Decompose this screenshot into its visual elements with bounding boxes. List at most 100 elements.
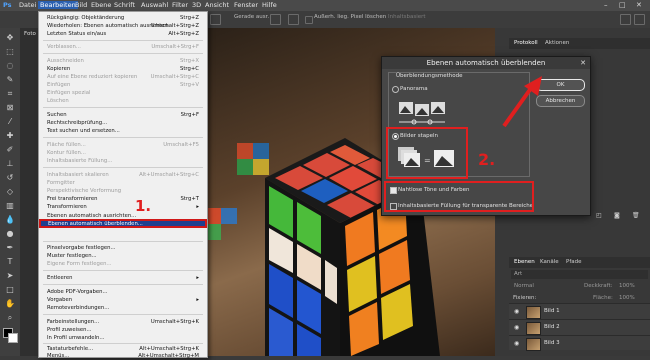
straighten-option[interactable]: Gerade ausr. bbox=[234, 14, 269, 20]
hand-tool-icon[interactable]: ✋ bbox=[4, 298, 16, 309]
tool-option-icon[interactable] bbox=[210, 14, 221, 25]
menu-item-spellcheck[interactable]: Rechtschreibprüfung... bbox=[39, 119, 207, 127]
history-panel-footer: ◰ ◙ 🗑 bbox=[596, 212, 646, 220]
zoom-tool-icon[interactable]: ⌕ bbox=[4, 312, 16, 323]
menu-item-define-brush[interactable]: Pinselvorgabe festlegen... bbox=[39, 244, 207, 252]
eye-icon[interactable]: ◉ bbox=[514, 340, 519, 347]
content-aware-option[interactable]: Inhaltsbasiert bbox=[388, 14, 426, 20]
eraser-tool-icon[interactable]: ◇ bbox=[4, 186, 16, 197]
lock-fill-row: Fixieren: Fläche: 100% bbox=[511, 294, 648, 303]
eyedropper-tool-icon[interactable]: ⁄ bbox=[4, 116, 16, 127]
shape-tool-icon[interactable]: □ bbox=[4, 284, 16, 295]
minimize-icon[interactable]: – bbox=[604, 1, 608, 9]
menu-item-free-transform[interactable]: Frei transformieren Strg+T bbox=[39, 195, 207, 203]
layer-thumbnail bbox=[526, 338, 541, 351]
grid-option-icon[interactable] bbox=[270, 14, 281, 25]
opacity-label: Deckkraft: bbox=[584, 283, 613, 289]
menu-ansicht[interactable]: Ansicht bbox=[205, 1, 229, 9]
layer-row[interactable]: ◉ Bild 3 bbox=[509, 335, 650, 351]
background-color-swatch[interactable] bbox=[8, 333, 18, 343]
search-icon[interactable] bbox=[620, 14, 631, 25]
layer-row[interactable]: ◉ Bild 2 bbox=[509, 319, 650, 335]
menu-item-define-pattern[interactable]: Muster festlegen... bbox=[39, 252, 207, 260]
frame-tool-icon[interactable]: ⊠ bbox=[4, 102, 16, 113]
layer-row[interactable]: ◉ Bild 1 bbox=[509, 303, 650, 319]
dodge-tool-icon[interactable]: ● bbox=[4, 228, 16, 239]
pen-tool-icon[interactable]: ✒ bbox=[4, 242, 16, 253]
menu-item-assign-profile[interactable]: Profil zuweisen... bbox=[39, 326, 207, 334]
menu-separator bbox=[43, 314, 203, 315]
eye-icon[interactable]: ◉ bbox=[514, 308, 519, 315]
menu-filter[interactable]: Filter bbox=[172, 1, 188, 9]
tab-pfade[interactable]: Pfade bbox=[566, 259, 582, 265]
tab-aktionen[interactable]: Aktionen bbox=[545, 40, 569, 46]
close-window-icon[interactable]: ✕ bbox=[636, 1, 642, 9]
radio-panorama[interactable] bbox=[392, 86, 399, 93]
type-tool-icon[interactable]: T bbox=[4, 256, 16, 267]
opacity-value[interactable]: 100% bbox=[619, 283, 635, 289]
crop-tool-icon[interactable]: ⌗ bbox=[4, 88, 16, 99]
menu-datei[interactable]: Datei bbox=[19, 1, 36, 9]
submenu-arrow-icon: ▸ bbox=[196, 275, 199, 281]
menu-item-purge[interactable]: Entleeren ▸ bbox=[39, 274, 207, 282]
workspace-icon[interactable] bbox=[634, 14, 645, 25]
submenu-arrow-icon: ▸ bbox=[196, 204, 199, 210]
menu-item-presets[interactable]: Vorgaben ▸ bbox=[39, 296, 207, 304]
photoshop-logo-icon[interactable]: Ps bbox=[3, 1, 12, 9]
menu-item-search[interactable]: Suchen Strg+F bbox=[39, 111, 207, 119]
healing-tool-icon[interactable]: ✚ bbox=[4, 130, 16, 141]
marquee-tool-icon[interactable]: ⬚ bbox=[4, 46, 16, 57]
snapshot-icon[interactable]: ◰ bbox=[596, 212, 602, 219]
menu-item-stroke: Kontur füllen... bbox=[47, 150, 86, 156]
camera-icon[interactable]: ◙ bbox=[614, 212, 620, 219]
stamp-tool-icon[interactable]: ⊥ bbox=[4, 158, 16, 169]
menu-item-toggle-last-state[interactable]: Letzten Status ein/aus Alt+Strg+Z bbox=[39, 30, 207, 38]
stack-option-highlight bbox=[386, 127, 468, 179]
quick-select-tool-icon[interactable]: ✎ bbox=[4, 74, 16, 85]
menu-auswahl[interactable]: Auswahl bbox=[141, 1, 168, 9]
layer-filter-row[interactable]: Art bbox=[511, 270, 648, 279]
lasso-tool-icon[interactable]: ◌ bbox=[4, 60, 16, 71]
menu-item-color-settings[interactable]: Farbeinstellungen... Umschalt+Strg+K bbox=[39, 318, 207, 326]
menu-item-redo[interactable]: Wiederholen: Ebenen automatisch ausricht… bbox=[39, 22, 207, 30]
menu-separator bbox=[43, 241, 203, 242]
trash-icon[interactable]: 🗑 bbox=[632, 212, 640, 219]
menu-item-perspective-warp: Perspektivische Verformung bbox=[47, 188, 122, 194]
menu-item-remote-connections[interactable]: Remoteverbindungen... bbox=[39, 304, 207, 312]
menu-item-transform[interactable]: Transformieren ▸ bbox=[39, 203, 207, 211]
document-tab[interactable]: Foto bbox=[20, 28, 38, 356]
menu-3d[interactable]: 3D bbox=[192, 1, 201, 9]
settings-gear-icon[interactable] bbox=[288, 14, 299, 25]
close-icon[interactable]: ✕ bbox=[580, 57, 586, 69]
menu-item-auto-blend-label: Ebenen automatisch überblenden... bbox=[48, 221, 143, 227]
menu-ebene[interactable]: Ebene bbox=[91, 1, 111, 9]
tab-protokoll[interactable]: Protokoll bbox=[514, 40, 538, 46]
tab-ebenen[interactable]: Ebenen bbox=[514, 259, 535, 265]
menu-hilfe[interactable]: Hilfe bbox=[262, 1, 277, 9]
menu-item-pdf-presets[interactable]: Adobe PDF-Vorgaben... bbox=[39, 288, 207, 296]
menu-item-undo[interactable]: Rückgängig: Objektänderung Strg+Z bbox=[39, 14, 207, 22]
menu-item-copy[interactable]: Kopieren Strg+C bbox=[39, 65, 207, 73]
menu-bild[interactable]: Bild bbox=[75, 1, 87, 9]
path-select-tool-icon[interactable]: ➤ bbox=[4, 270, 16, 281]
menu-bearbeiten[interactable]: Bearbeiten bbox=[38, 1, 78, 9]
dialog-title: Ebenen automatisch überblenden bbox=[382, 57, 590, 69]
blend-mode-select[interactable]: Normal bbox=[514, 283, 534, 289]
brush-tool-icon[interactable]: ✐ bbox=[4, 144, 16, 155]
eye-icon[interactable]: ◉ bbox=[514, 324, 519, 331]
layer-name: Bild 3 bbox=[544, 340, 560, 346]
fill-value[interactable]: 100% bbox=[619, 295, 635, 301]
tab-kanaele[interactable]: Kanäle bbox=[540, 259, 559, 265]
history-brush-tool-icon[interactable]: ↺ bbox=[4, 172, 16, 183]
menu-item-convert-profile[interactable]: In Profil umwandeln... bbox=[39, 334, 207, 342]
blur-tool-icon[interactable]: 💧 bbox=[4, 214, 16, 225]
menu-item-auto-blend[interactable]: Ebenen automatisch überblenden... bbox=[39, 219, 207, 228]
menu-fenster[interactable]: Fenster bbox=[234, 1, 258, 9]
move-tool-icon[interactable]: ✥ bbox=[4, 32, 16, 43]
gradient-tool-icon[interactable]: ▥ bbox=[4, 200, 16, 211]
delete-pixels-checkbox[interactable] bbox=[305, 16, 313, 24]
menu-item-menus[interactable]: Menüs... Alt+Umschalt+Strg+M bbox=[39, 352, 207, 360]
menu-item-find-replace[interactable]: Text suchen und ersetzen... bbox=[39, 127, 207, 135]
menu-schrift[interactable]: Schrift bbox=[114, 1, 135, 9]
maximize-icon[interactable]: □ bbox=[619, 1, 626, 9]
